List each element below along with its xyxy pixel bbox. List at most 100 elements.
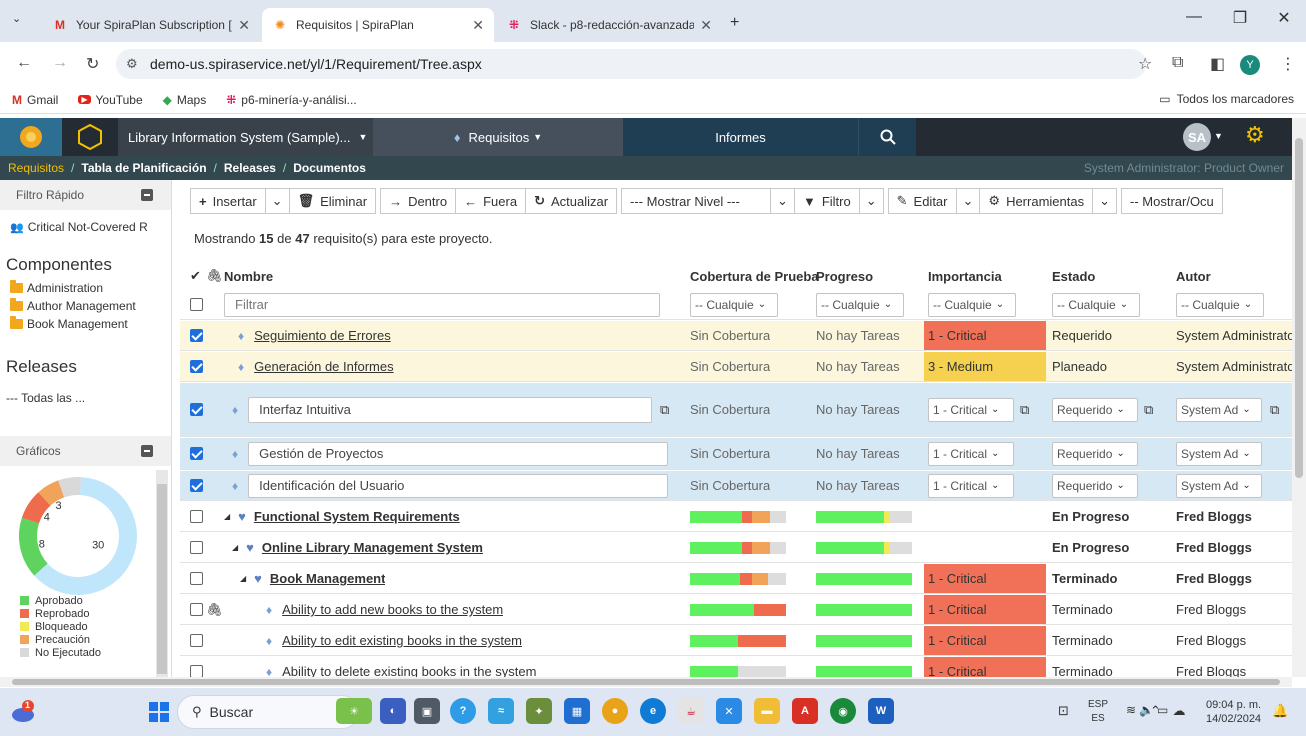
insert-dropdown[interactable]: ⌄ <box>264 188 290 214</box>
refresh-button[interactable]: ↻ Actualizar <box>525 188 618 214</box>
row-checkbox[interactable] <box>190 603 203 616</box>
row-checkbox[interactable] <box>190 479 203 492</box>
reports-menu[interactable]: Informes <box>623 118 858 156</box>
crumb-releases[interactable]: Releases <box>224 161 276 175</box>
sidebar-scrollbar[interactable] <box>156 470 168 677</box>
workspace-hex-icon[interactable] <box>62 118 118 156</box>
status-select[interactable]: Requerido ⌄ <box>1052 441 1138 466</box>
collapse-arrow-icon[interactable]: ◢ <box>232 543 238 552</box>
insert-button[interactable]: + Insertar <box>190 188 266 214</box>
importance-select[interactable]: 1 - Critical ⌄ <box>928 397 1014 422</box>
row-checkbox[interactable] <box>190 360 203 373</box>
tab-search-icon[interactable]: ⌄ <box>12 12 21 25</box>
vscode-app-icon[interactable]: ✕ <box>716 698 742 724</box>
crumb-planning[interactable]: Tabla de Planificación <box>81 161 206 175</box>
filter-row-checkbox[interactable] <box>190 298 203 311</box>
store-app-icon[interactable]: ▦ <box>564 698 590 724</box>
file-explorer-icon[interactable]: ▬ <box>754 698 780 724</box>
user-avatar[interactable]: SA <box>1183 123 1211 151</box>
network-status-icon[interactable]: ⊡ <box>1058 703 1069 719</box>
requirement-link[interactable]: Functional System Requirements <box>254 509 460 524</box>
reload-icon[interactable]: ↻ <box>86 54 99 74</box>
collapse-arrow-icon[interactable]: ◢ <box>224 512 230 521</box>
word-app-icon[interactable]: W <box>868 698 894 724</box>
project-selector[interactable]: Library Information System (Sample)... ▼ <box>118 118 373 156</box>
copy-icon[interactable]: ⧉ <box>660 383 669 436</box>
component-author-management[interactable]: Author Management <box>0 297 171 315</box>
bookmark-star-icon[interactable]: ☆ <box>1138 54 1152 74</box>
profile-avatar[interactable]: Y <box>1240 55 1260 75</box>
browser-app-icon[interactable]: ● <box>602 698 628 724</box>
page-vertical-scrollbar[interactable] <box>1292 118 1306 677</box>
sidepanel-icon[interactable]: ◧ <box>1210 54 1225 74</box>
copy-icon[interactable]: ⧉ <box>1270 383 1279 436</box>
taskview-icon[interactable]: ▣ <box>414 698 440 724</box>
acrobat-app-icon[interactable]: A <box>792 698 818 724</box>
status-select[interactable]: Requerido ⌄ <box>1052 397 1138 422</box>
requirements-menu[interactable]: ♦ Requisitos ▼ <box>373 118 623 156</box>
edit-button[interactable]: ✎ Editar <box>887 188 957 214</box>
copy-icon[interactable]: ⧉ <box>1144 383 1153 436</box>
row-checkbox[interactable] <box>190 665 203 677</box>
bookmark-youtube[interactable]: ▶ YouTube <box>78 93 143 107</box>
table-row[interactable]: ♦ Generación de Informes Sin Cobertura No… <box>180 352 1292 382</box>
table-row[interactable]: ◢ ♥ Functional System Requirements En Prog… <box>180 502 1292 532</box>
releases-filter[interactable]: --- Todas las ... <box>0 389 171 407</box>
crumb-requisitos[interactable]: Requisitos <box>8 161 64 175</box>
component-administration[interactable]: Administration <box>0 279 171 297</box>
requirement-name-input[interactable]: Identificación del Usuario <box>248 473 669 498</box>
wifi-sound-battery-icons[interactable]: ≋🔈▭ <box>1126 703 1171 717</box>
coverage-filter-select[interactable]: -- Cualquie ⌄ <box>690 292 778 317</box>
col-status[interactable]: Estado <box>1052 264 1095 288</box>
filter-dropdown[interactable]: ⌄ <box>858 188 884 214</box>
col-name[interactable]: Nombre <box>224 264 273 288</box>
chrome-app-icon[interactable]: ◉ <box>830 698 856 724</box>
author-filter-select[interactable]: -- Cualquie ⌄ <box>1176 292 1264 317</box>
col-coverage[interactable]: Cobertura de Prueba <box>690 264 819 288</box>
page-horizontal-scrollbar[interactable] <box>0 677 1292 687</box>
row-checkbox[interactable] <box>190 634 203 647</box>
requirement-link[interactable]: Ability to add new books to the system <box>282 602 503 617</box>
table-row[interactable]: 🖇 ♦ Ability to add new books to the syste… <box>180 595 1292 625</box>
tools-dropdown[interactable]: ⌄ <box>1092 188 1117 214</box>
col-importance[interactable]: Importancia <box>928 264 1002 288</box>
outdent-button[interactable]: ← Fuera <box>455 188 527 214</box>
notification-bell-icon[interactable]: 🔔 <box>1272 703 1288 719</box>
author-select[interactable]: System Ad ⌄ <box>1176 441 1262 466</box>
name-filter-input[interactable]: Filtrar <box>224 292 660 317</box>
row-checkbox[interactable] <box>190 403 203 416</box>
copy-icon[interactable]: ⧉ <box>1020 383 1029 436</box>
crumb-documents[interactable]: Documentos <box>293 161 366 175</box>
status-filter-select[interactable]: -- Cualquie ⌄ <box>1052 292 1140 317</box>
tab-spiraplan[interactable]: ✺ Requisitos | SpiraPlan ✕ <box>262 8 494 42</box>
extensions-icon[interactable]: ⧉ <box>1172 54 1183 72</box>
back-icon[interactable]: ← <box>16 54 32 72</box>
weather-widget[interactable]: 1 <box>10 698 36 724</box>
requirement-link[interactable]: Book Management <box>270 571 386 586</box>
caret-down-icon[interactable]: ▼ <box>1214 131 1223 141</box>
clock[interactable]: 09:04 p. m. 14/02/2024 <box>1206 698 1261 726</box>
browser-menu-icon[interactable]: ⋮ <box>1280 54 1296 74</box>
importance-select[interactable]: 1 - Critical ⌄ <box>928 473 1014 498</box>
close-tab-icon[interactable]: ✕ <box>238 17 250 34</box>
requirement-link[interactable]: Seguimiento de Errores <box>254 328 391 343</box>
row-checkbox[interactable] <box>190 329 203 342</box>
new-tab-button[interactable]: + <box>730 14 739 32</box>
requirement-name-input[interactable]: Gestión de Proyectos <box>248 441 669 466</box>
table-row-editing[interactable]: ♦ Identificación del Usuario Sin Cobertur… <box>180 471 1292 501</box>
table-row[interactable]: ♦ Seguimiento de Errores Sin Cobertura No… <box>180 321 1292 351</box>
settings-gears-icon[interactable]: ⚙ <box>1245 122 1265 148</box>
table-row[interactable]: ♦ Ability to edit existing books in the s… <box>180 626 1292 656</box>
component-book-management[interactable]: Book Management <box>0 315 171 333</box>
quick-filter-item[interactable]: 👥 Critical Not-Covered R <box>0 219 171 235</box>
table-row-editing[interactable]: ♦ Gestión de Proyectos Sin Cobertura No h… <box>180 438 1292 470</box>
close-tab-icon[interactable]: ✕ <box>472 17 484 34</box>
tools-button[interactable]: ⚙ Herramientas <box>979 188 1094 214</box>
table-row[interactable]: ◢ ♥ Online Library Management System En Pr… <box>180 533 1292 563</box>
taskbar-search[interactable]: ⚲ Buscar <box>177 695 359 729</box>
importance-filter-select[interactable]: -- Cualquie ⌄ <box>928 292 1016 317</box>
bookmark-gmail[interactable]: M Gmail <box>12 93 58 107</box>
copilot-app-icon[interactable]: ◐ <box>380 698 406 724</box>
importance-select[interactable]: 1 - Critical ⌄ <box>928 441 1014 466</box>
stats-app-icon[interactable]: ≈ <box>488 698 514 724</box>
